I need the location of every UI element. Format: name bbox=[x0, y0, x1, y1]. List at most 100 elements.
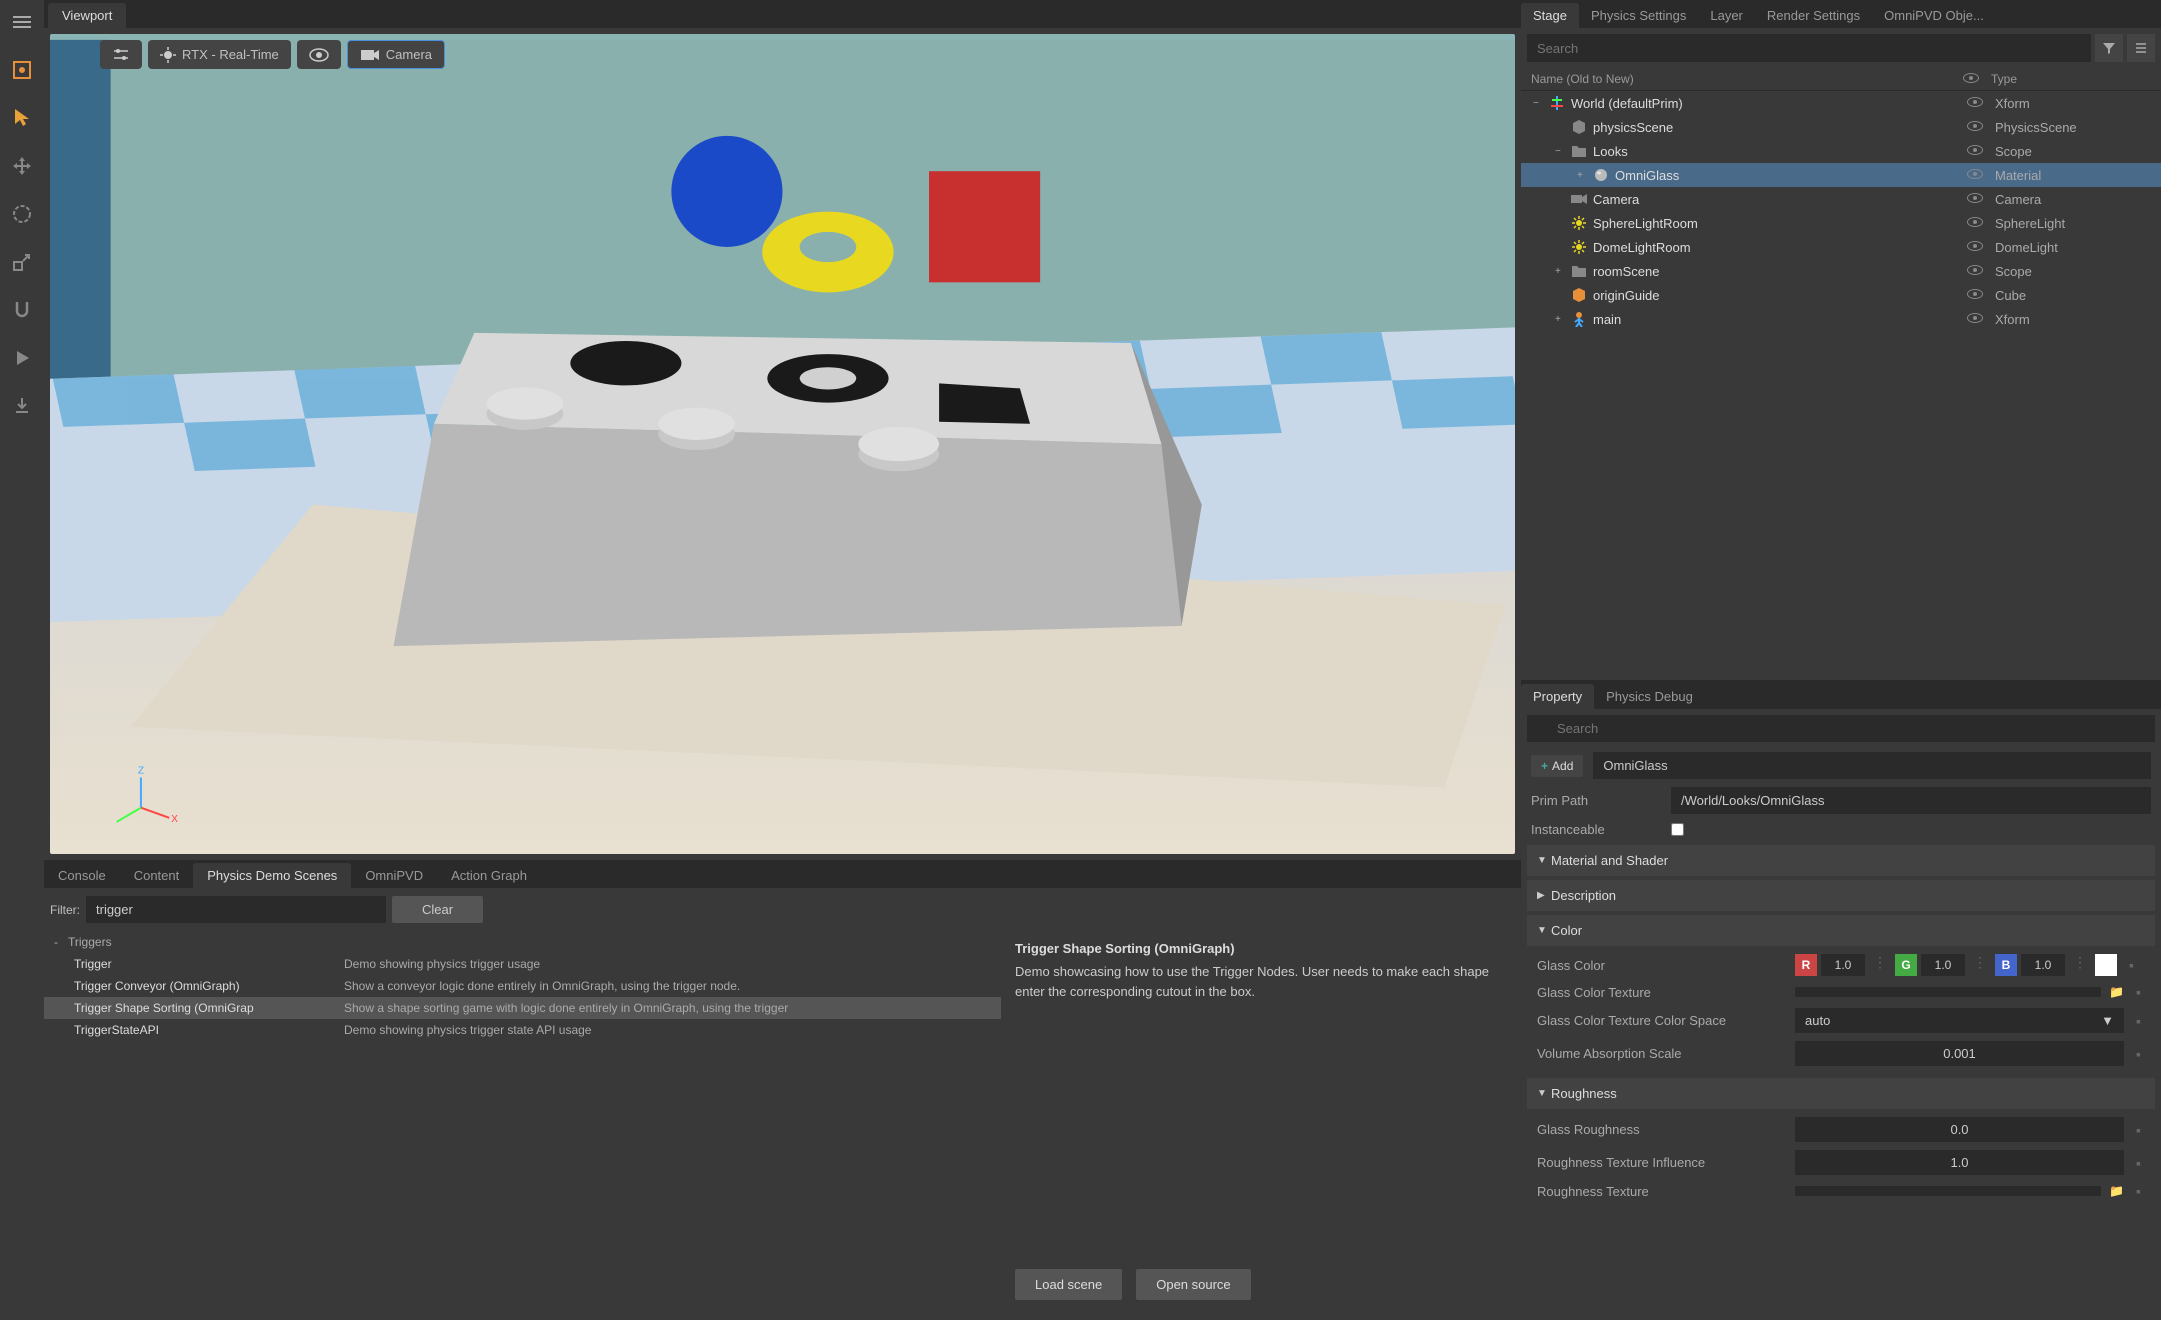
r-value[interactable]: 1.0 bbox=[1821, 954, 1865, 976]
col-type[interactable]: Type bbox=[1991, 72, 2151, 86]
color-swatch[interactable] bbox=[2095, 954, 2117, 976]
section-roughness[interactable]: ▼Roughness bbox=[1527, 1078, 2155, 1109]
prim-path-input[interactable] bbox=[1671, 787, 2151, 814]
frame-tool[interactable] bbox=[4, 52, 40, 88]
clear-button[interactable]: Clear bbox=[392, 896, 483, 923]
play-tool[interactable] bbox=[4, 340, 40, 376]
prop-tab-1[interactable]: Physics Debug bbox=[1594, 684, 1705, 709]
expand-icon[interactable]: + bbox=[1577, 170, 1591, 181]
prop-tab-0[interactable]: Property bbox=[1521, 684, 1594, 709]
col-name[interactable]: Name (Old to New) bbox=[1531, 72, 1951, 86]
color-space-select[interactable]: auto▼ bbox=[1795, 1008, 2124, 1033]
rotate-tool[interactable] bbox=[4, 196, 40, 232]
load-scene-button[interactable]: Load scene bbox=[1015, 1269, 1122, 1300]
tree-row-originguide[interactable]: originGuideCube bbox=[1521, 283, 2161, 307]
tree-row-domelightroom[interactable]: DomeLightRoomDomeLight bbox=[1521, 235, 2161, 259]
glass-color-texture-input[interactable] bbox=[1795, 987, 2101, 997]
b-value[interactable]: 1.0 bbox=[2021, 954, 2065, 976]
tree-label: OmniGlass bbox=[1615, 168, 1955, 183]
tree-row-roomscene[interactable]: +roomSceneScope bbox=[1521, 259, 2161, 283]
tree-row-camera[interactable]: CameraCamera bbox=[1521, 187, 2161, 211]
viewport-settings-button[interactable] bbox=[100, 40, 142, 69]
volume-absorption-input[interactable]: 0.001 bbox=[1795, 1041, 2124, 1066]
camera-icon bbox=[1569, 190, 1589, 208]
tree-row-main[interactable]: +mainXform bbox=[1521, 307, 2161, 331]
visibility-toggle[interactable] bbox=[1955, 312, 1995, 326]
rtx-mode[interactable]: RTX - Real-Time bbox=[148, 40, 291, 69]
visibility-toggle[interactable] bbox=[1955, 192, 1995, 206]
demo-group[interactable]: - Triggers bbox=[44, 931, 1001, 953]
visibility-toggle[interactable] bbox=[1955, 288, 1995, 302]
roughness-texture-input[interactable] bbox=[1795, 1186, 2101, 1196]
viewport-canvas[interactable]: Z X bbox=[50, 34, 1515, 854]
tree-label: main bbox=[1593, 312, 1955, 327]
bottom-tab-omnipvd[interactable]: OmniPVD bbox=[351, 863, 437, 888]
demo-row[interactable]: TriggerStateAPIDemo showing physics trig… bbox=[44, 1019, 1001, 1041]
stage-tab-2[interactable]: Layer bbox=[1698, 3, 1755, 28]
bottom-tab-physics-demo-scenes[interactable]: Physics Demo Scenes bbox=[193, 863, 351, 888]
viewport-tab[interactable]: Viewport bbox=[48, 3, 126, 28]
open-source-button[interactable]: Open source bbox=[1136, 1269, 1250, 1300]
expand-icon[interactable]: + bbox=[1555, 266, 1569, 277]
property-search-input[interactable] bbox=[1527, 715, 2155, 742]
bottom-tab-console[interactable]: Console bbox=[44, 863, 120, 888]
more-icon[interactable]: ▪ bbox=[2132, 1013, 2145, 1029]
cube-orange-icon bbox=[1569, 286, 1589, 304]
stage-tab-3[interactable]: Render Settings bbox=[1755, 3, 1872, 28]
move-tool[interactable] bbox=[4, 148, 40, 184]
add-button[interactable]: +Add bbox=[1531, 755, 1583, 777]
demo-row[interactable]: Trigger Shape Sorting (OmniGrapShow a sh… bbox=[44, 997, 1001, 1019]
filter-input[interactable] bbox=[86, 896, 386, 923]
scale-tool[interactable] bbox=[4, 244, 40, 280]
visibility-toggle[interactable] bbox=[1955, 240, 1995, 254]
visibility-toggle[interactable] bbox=[1955, 96, 1995, 110]
instanceable-checkbox[interactable] bbox=[1671, 823, 1684, 836]
tree-row-world-defaultprim-[interactable]: −World (defaultPrim)Xform bbox=[1521, 91, 2161, 115]
section-color[interactable]: ▼Color bbox=[1527, 915, 2155, 946]
filter-icon[interactable] bbox=[2095, 34, 2123, 62]
folder-icon[interactable]: 📁 bbox=[2109, 985, 2124, 999]
demo-row[interactable]: TriggerDemo showing physics trigger usag… bbox=[44, 953, 1001, 975]
property-tab-bar: PropertyPhysics Debug bbox=[1521, 681, 2161, 709]
more-icon[interactable]: ▪ bbox=[2132, 1155, 2145, 1171]
visibility-toggle[interactable] bbox=[1955, 120, 1995, 134]
prim-name-input[interactable] bbox=[1593, 752, 2151, 779]
more-icon[interactable]: ▪ bbox=[2132, 1183, 2145, 1199]
expand-icon[interactable]: − bbox=[1555, 146, 1569, 157]
stage-tab-1[interactable]: Physics Settings bbox=[1579, 3, 1698, 28]
visibility-button[interactable] bbox=[297, 40, 341, 69]
more-icon[interactable]: ▪ bbox=[2125, 957, 2138, 973]
options-icon[interactable] bbox=[2127, 34, 2155, 62]
folder-icon[interactable]: 📁 bbox=[2109, 1184, 2124, 1198]
more-icon[interactable]: ▪ bbox=[2132, 1122, 2145, 1138]
more-icon[interactable]: ▪ bbox=[2132, 984, 2145, 1000]
g-value[interactable]: 1.0 bbox=[1921, 954, 1965, 976]
glass-roughness-input[interactable]: 0.0 bbox=[1795, 1117, 2124, 1142]
section-material-shader[interactable]: ▼Material and Shader bbox=[1527, 845, 2155, 876]
bottom-tab-action-graph[interactable]: Action Graph bbox=[437, 863, 541, 888]
camera-button[interactable]: Camera bbox=[347, 40, 445, 69]
select-tool[interactable] bbox=[4, 100, 40, 136]
tree-row-physicsscene[interactable]: physicsScenePhysicsScene bbox=[1521, 115, 2161, 139]
section-description[interactable]: ▶Description bbox=[1527, 880, 2155, 911]
more-icon[interactable]: ▪ bbox=[2132, 1046, 2145, 1062]
stage-search-input[interactable] bbox=[1527, 34, 2091, 62]
bottom-tab-content[interactable]: Content bbox=[120, 863, 194, 888]
stage-tab-4[interactable]: OmniPVD Obje... bbox=[1872, 3, 1996, 28]
snap-tool[interactable] bbox=[4, 292, 40, 328]
hamburger-menu[interactable] bbox=[4, 4, 40, 40]
tree-row-omniglass[interactable]: +OmniGlassMaterial bbox=[1521, 163, 2161, 187]
visibility-toggle[interactable] bbox=[1955, 144, 1995, 158]
visibility-toggle[interactable] bbox=[1955, 216, 1995, 230]
stage-tab-0[interactable]: Stage bbox=[1521, 3, 1579, 28]
download-tool[interactable] bbox=[4, 388, 40, 424]
demo-row[interactable]: Trigger Conveyor (OmniGraph)Show a conve… bbox=[44, 975, 1001, 997]
visibility-toggle[interactable] bbox=[1955, 168, 1995, 182]
visibility-toggle[interactable] bbox=[1955, 264, 1995, 278]
expand-icon[interactable]: − bbox=[1533, 98, 1547, 109]
roughness-influence-input[interactable]: 1.0 bbox=[1795, 1150, 2124, 1175]
tree-row-looks[interactable]: −LooksScope bbox=[1521, 139, 2161, 163]
tree-row-spherelightroom[interactable]: SphereLightRoomSphereLight bbox=[1521, 211, 2161, 235]
expand-icon[interactable]: + bbox=[1555, 314, 1569, 325]
instanceable-label: Instanceable bbox=[1531, 822, 1661, 837]
